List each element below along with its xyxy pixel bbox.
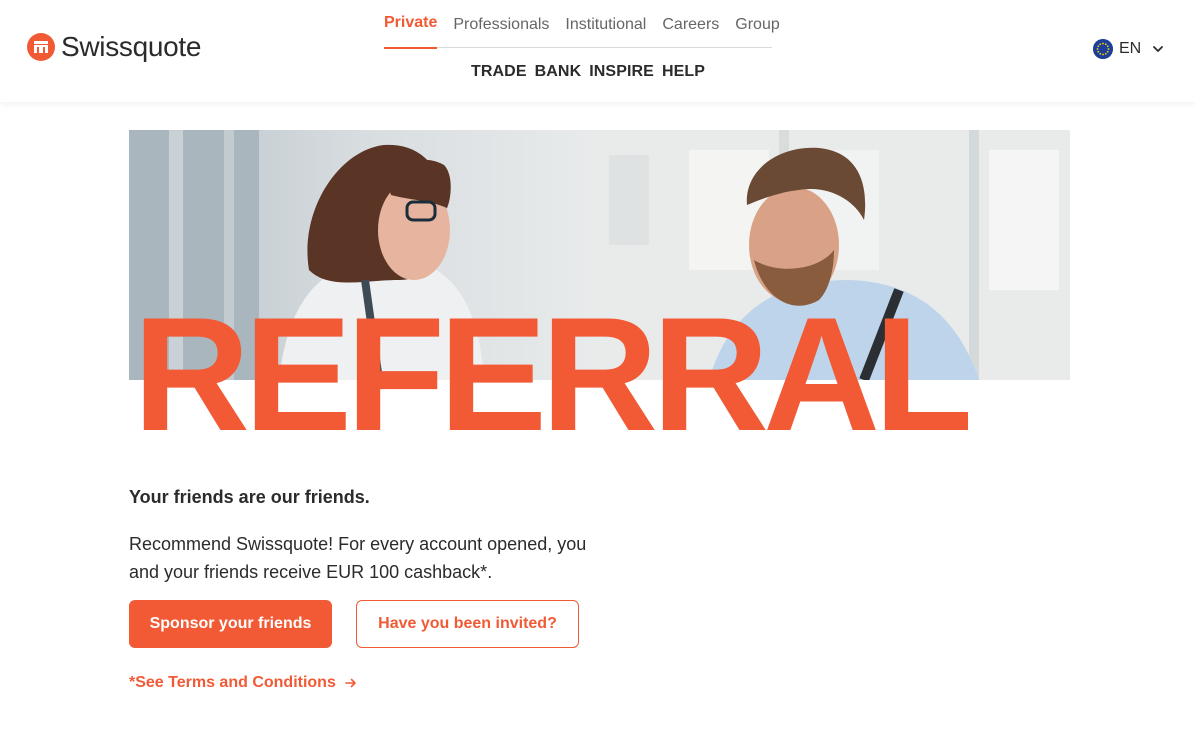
subnav-trade[interactable]: TRADE <box>471 63 527 81</box>
subnav-help[interactable]: HELP <box>662 63 705 81</box>
sub-nav: TRADE BANK INSPIRE HELP <box>471 63 705 81</box>
description: Recommend Swissquote! For every account … <box>129 534 587 582</box>
terms-link-label: *See Terms and Conditions <box>129 674 336 691</box>
language-selector[interactable]: EN <box>1093 39 1165 59</box>
nav-group[interactable]: Group <box>735 0 779 48</box>
logo-text: Swissquote <box>61 31 202 62</box>
language-label: EN <box>1119 40 1142 57</box>
subnav-bank[interactable]: BANK <box>535 63 582 81</box>
terms-link[interactable]: *See Terms and Conditions <box>129 674 358 692</box>
nav-institutional[interactable]: Institutional <box>565 0 646 48</box>
nav-careers[interactable]: Careers <box>662 0 719 48</box>
hero-headline: REFERRAL <box>133 284 973 465</box>
sponsor-friends-button[interactable]: Sponsor your friends <box>129 600 332 648</box>
nav-private[interactable]: Private <box>384 0 438 49</box>
have-been-invited-button[interactable]: Have you been invited? <box>356 600 579 648</box>
eu-flag-icon <box>1093 39 1113 59</box>
swissquote-logo[interactable]: Swissquote <box>27 31 201 63</box>
top-nav: Private Professionals Institutional Care… <box>384 0 780 49</box>
chevron-down-icon <box>1153 46 1164 52</box>
swissquote-logo-icon <box>27 33 55 61</box>
arrow-right-icon <box>345 678 356 688</box>
subnav-inspire[interactable]: INSPIRE <box>589 63 654 81</box>
site-header: Swissquote Private Professionals Institu… <box>0 0 1195 102</box>
nav-professionals[interactable]: Professionals <box>453 0 549 48</box>
tagline: Your friends are our friends. <box>129 487 370 507</box>
